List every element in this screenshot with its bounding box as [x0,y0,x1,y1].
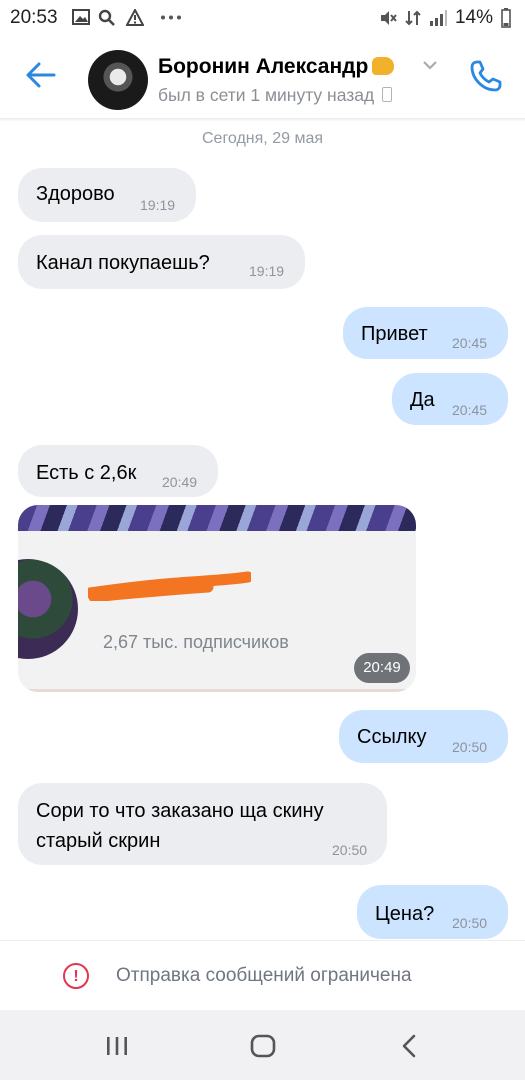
message-bubble[interactable]: Привет 20:45 [343,307,508,359]
more-icon [161,15,181,20]
signal-icon [429,10,447,26]
battery-icon [501,8,511,28]
mobile-device-icon [382,87,393,102]
exclamation-icon: ! [63,963,89,989]
restriction-text: Отправка сообщений ограничена [116,965,412,986]
redaction-scribble [88,571,251,601]
home-icon[interactable] [249,1032,277,1060]
message-bubble[interactable]: Сори то что заказано ща скину старый скр… [18,783,387,865]
data-transfer-icon [405,10,421,26]
contact-name: Боронин Александр [158,55,369,78]
battery-percent: 14% [454,7,493,28]
card-bottom-edge [18,689,416,692]
message-text: Канал покупаешь? [36,252,210,274]
subscriber-count: 2,67 тыс. подписчиков [103,632,289,652]
message-bubble[interactable]: Канал покупаешь? 19:19 [18,235,305,289]
message-time: 20:45 [452,335,488,351]
channel-cover-image [18,505,416,531]
messaging-restricted-bar: ! Отправка сообщений ограничена [0,940,525,1011]
message-text: Здорово [36,183,115,205]
message-bubble[interactable]: Здорово 19:19 [18,168,196,222]
phone-call-icon[interactable] [468,58,504,94]
gallery-icon [72,9,90,25]
message-text: Ссылку [357,726,427,748]
message-bubble[interactable]: Ссылку 20:50 [339,710,508,763]
message-time: 20:50 [332,842,368,858]
message-time: 19:19 [249,263,285,279]
message-text-line-2: старый скрин [36,830,161,852]
back-arrow-icon[interactable] [24,58,58,92]
contact-name-row[interactable]: Боронин Александр [158,55,395,79]
message-text: Да [410,389,435,411]
shared-channel-card[interactable]: 2,67 тыс. подписчиков 20:49 [18,505,416,692]
channel-avatar [18,559,78,659]
message-time: 20:50 [452,739,488,755]
fist-emoji-icon [372,57,395,75]
chevron-down-icon[interactable] [422,60,438,70]
recent-apps-icon[interactable] [103,1032,131,1060]
message-time: 19:19 [140,197,176,213]
last-seen-text: был в сети 1 минуту назад [158,85,375,105]
message-text: Цена? [375,903,435,925]
avatar[interactable] [88,50,148,110]
mute-icon [380,11,397,25]
message-text: Привет [361,323,428,345]
card-time: 20:49 [354,653,410,683]
chat-header: Боронин Александр был в сети 1 минуту на… [0,36,525,120]
status-time: 20:53 [10,7,58,28]
message-text: Есть с 2,6к [36,462,137,484]
message-bubble[interactable]: Есть с 2,6к 20:49 [18,445,218,497]
system-nav-bar [0,1010,525,1080]
message-bubble[interactable]: Да 20:45 [392,373,508,425]
message-time: 20:50 [452,915,488,931]
date-separator: Сегодня, 29 мая [201,130,323,147]
search-icon [98,9,115,26]
message-time: 20:49 [162,474,198,490]
message-time: 20:45 [452,402,488,418]
status-bar: 20:53 14% [0,0,525,36]
message-text-line-1: Сори то что заказано ща скину [36,800,324,822]
message-bubble[interactable]: Цена? 20:50 [357,885,508,939]
last-seen-status: был в сети 1 минуту назад [158,85,393,106]
system-back-icon[interactable] [396,1032,424,1060]
header-divider [0,118,525,122]
warning-icon [126,9,144,26]
status-right: 14% [379,7,511,29]
